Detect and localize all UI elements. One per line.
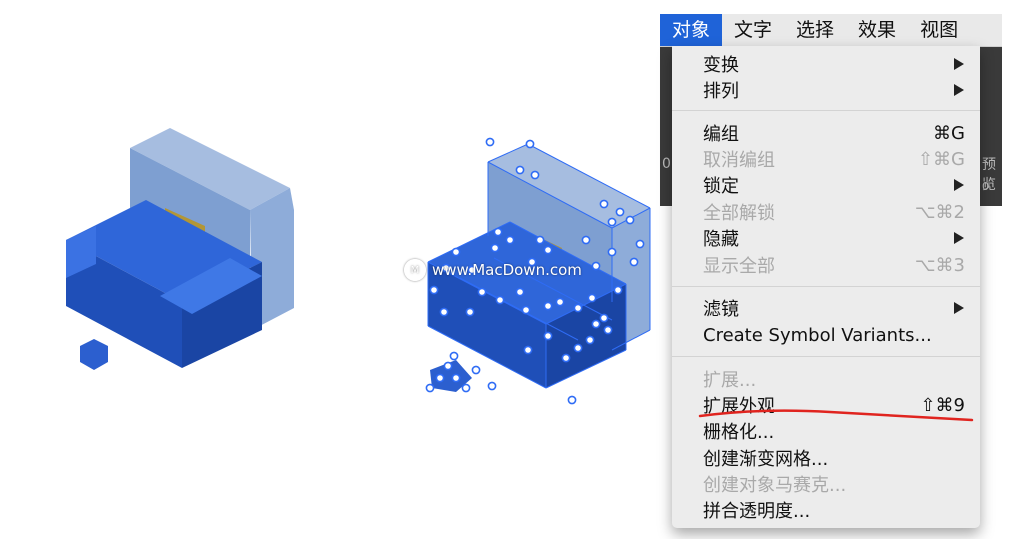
annotation-layer [698,409,974,422]
red-underline-annotation [698,409,974,422]
